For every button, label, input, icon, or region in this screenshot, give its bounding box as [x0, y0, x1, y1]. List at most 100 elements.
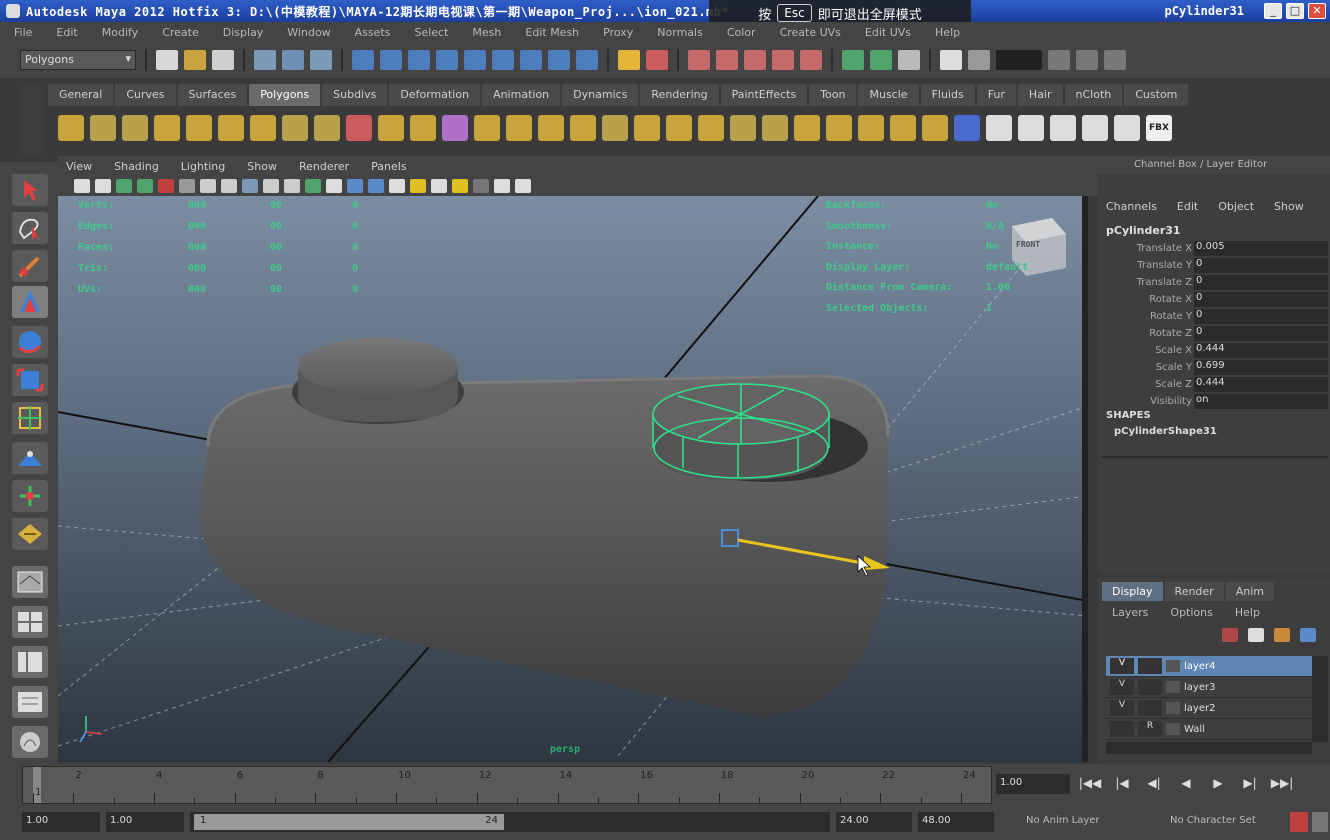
go-to-end-button[interactable]: ▶▶| [1270, 772, 1294, 794]
toggle-sidebar-icon-2[interactable] [1076, 50, 1098, 70]
shelf-tab-polygons[interactable]: Polygons [249, 84, 321, 106]
shelf-cone-icon[interactable] [154, 115, 180, 141]
menu-mesh[interactable]: Mesh [472, 26, 501, 39]
open-scene-icon[interactable] [184, 50, 206, 70]
channel-box-menu-channels[interactable]: Channels [1106, 200, 1157, 213]
save-scene-icon[interactable] [212, 50, 234, 70]
panel-menu-view[interactable]: View [66, 160, 92, 173]
shelf-svg-icon[interactable] [442, 115, 468, 141]
manipulator-tool-icon[interactable] [12, 402, 48, 434]
close-button[interactable]: ✕ [1308, 3, 1326, 19]
pick-mask-icon-9[interactable] [576, 50, 598, 70]
new-scene-icon[interactable] [156, 50, 178, 70]
channel-attr-value[interactable]: 0 [1194, 258, 1328, 273]
channel-attr-scale-z[interactable]: Scale Z 0.444 [1104, 376, 1328, 393]
layer-row[interactable]: Vlayer3 [1106, 677, 1312, 698]
paint-select-icon[interactable] [12, 250, 48, 282]
snap-point-icon[interactable] [744, 50, 766, 70]
shelf-tab-dynamics[interactable]: Dynamics [562, 84, 639, 106]
shelf-tab-surfaces[interactable]: Surfaces [177, 84, 248, 106]
shelf-quadrangulate-icon[interactable] [794, 115, 820, 141]
soft-mod-tool-icon[interactable] [12, 442, 48, 474]
panel-menu-shading[interactable]: Shading [114, 160, 159, 173]
show-manipulator-icon[interactable] [12, 480, 48, 512]
select-hierarchy-icon[interactable] [254, 50, 276, 70]
channel-box-object-name[interactable]: pCylinder31 [1106, 224, 1181, 237]
playback-start-field[interactable]: 1.00 [106, 812, 184, 832]
shelf-split-icon[interactable] [954, 115, 980, 141]
wire-on-shaded-icon[interactable] [368, 179, 384, 193]
shelf-merge-icon[interactable] [922, 115, 948, 141]
new-layer-empty-icon[interactable] [1222, 628, 1238, 642]
pick-mask-icon-8[interactable] [548, 50, 570, 70]
scale-tool-icon[interactable] [12, 364, 48, 396]
anim-layer-dropdown[interactable]: No Anim Layer [1026, 815, 1100, 826]
go-to-start-button[interactable]: |◀◀ [1078, 772, 1102, 794]
menu-create-uvs[interactable]: Create UVs [780, 26, 841, 39]
pick-mask-icon-2[interactable] [380, 50, 402, 70]
use-lights-icon[interactable] [410, 179, 426, 193]
layer-move-down-icon[interactable] [1300, 628, 1316, 642]
menu-assets[interactable]: Assets [355, 26, 391, 39]
snap-grid-icon[interactable] [688, 50, 710, 70]
layer-type-toggle[interactable] [1138, 679, 1162, 695]
shelf-bridge-icon[interactable] [858, 115, 884, 141]
shelf-make-hole-icon[interactable] [730, 115, 756, 141]
layer-tab-display[interactable]: Display [1102, 582, 1163, 601]
fbx-export-icon[interactable]: FBX [1146, 115, 1172, 141]
toast-esc-key[interactable]: Esc [777, 4, 812, 22]
select-tool-icon[interactable] [12, 174, 48, 206]
channel-box-menu-show[interactable]: Show [1274, 200, 1304, 213]
channel-attr-rotate-y[interactable]: Rotate Y0 [1104, 308, 1328, 325]
render-settings-icon[interactable] [968, 50, 990, 70]
lock-selection-icon[interactable] [618, 50, 640, 70]
panel-menu-panels[interactable]: Panels [371, 160, 406, 173]
layer-color-swatch[interactable] [1166, 681, 1180, 693]
shelf-platonic-icon[interactable] [474, 115, 500, 141]
layer-menu-help[interactable]: Help [1235, 606, 1260, 619]
layer-color-swatch[interactable] [1166, 723, 1180, 735]
toggle-sidebar-icon-1[interactable] [1048, 50, 1070, 70]
view-cube-label[interactable]: FRONT [1016, 240, 1040, 249]
shelf-tab-fluids[interactable]: Fluids [920, 84, 975, 106]
channel-attr-visibility[interactable]: Visibility on [1104, 393, 1328, 410]
layout-four-icon[interactable] [12, 606, 48, 638]
layer-row[interactable]: Vlayer2 [1106, 698, 1312, 719]
ipr-render-icon[interactable] [940, 50, 962, 70]
shelf-tab-animation[interactable]: Animation [482, 84, 561, 106]
render-current-icon[interactable] [898, 50, 920, 70]
anim-prefs-icon[interactable] [1312, 812, 1328, 832]
select-component-icon[interactable] [310, 50, 332, 70]
shelf-soccer-icon[interactable] [378, 115, 404, 141]
layer-visibility-toggle[interactable] [1110, 721, 1134, 737]
channel-attr-value[interactable]: 0.444 [1194, 343, 1328, 358]
menu-proxy[interactable]: Proxy [603, 26, 633, 39]
shelf-fill-hole-icon[interactable] [698, 115, 724, 141]
menu-edit-mesh[interactable]: Edit Mesh [525, 26, 579, 39]
play-backward-button[interactable]: ◀ [1174, 772, 1198, 794]
shelf-spherical-map-icon[interactable] [1114, 115, 1140, 141]
range-slider-thumb[interactable]: 1 24 [194, 814, 504, 830]
channel-attr-value[interactable]: 0 [1194, 309, 1328, 324]
playback-end-field[interactable]: 24.00 [836, 812, 912, 832]
camera-attr-icon[interactable] [95, 179, 111, 193]
channel-attr-translate-y[interactable]: Translate Y0 [1104, 257, 1328, 274]
pick-mask-icon-6[interactable] [492, 50, 514, 70]
shelf-sphere-icon[interactable] [58, 115, 84, 141]
snap-curve-icon[interactable] [716, 50, 738, 70]
shelf-combine-icon[interactable] [506, 115, 532, 141]
pick-mask-icon-7[interactable] [520, 50, 542, 70]
channel-box-separator[interactable] [1102, 456, 1328, 458]
shelf-smooth-icon[interactable] [634, 115, 660, 141]
pick-mask-icon-5[interactable] [464, 50, 486, 70]
menu-edit[interactable]: Edit [56, 26, 77, 39]
maximize-button[interactable]: □ [1286, 3, 1304, 19]
lasso-tool-icon[interactable] [12, 212, 48, 244]
xray-joints-icon[interactable] [494, 179, 510, 193]
shelf-tab-ncloth[interactable]: nCloth [1064, 84, 1123, 106]
move-tool-icon[interactable] [12, 286, 48, 318]
shelf-tab-toon[interactable]: Toon [809, 84, 857, 106]
shelf-prism-icon[interactable] [282, 115, 308, 141]
channel-attr-value[interactable]: 0.444 [1194, 377, 1328, 392]
wireframe-icon[interactable] [326, 179, 342, 193]
